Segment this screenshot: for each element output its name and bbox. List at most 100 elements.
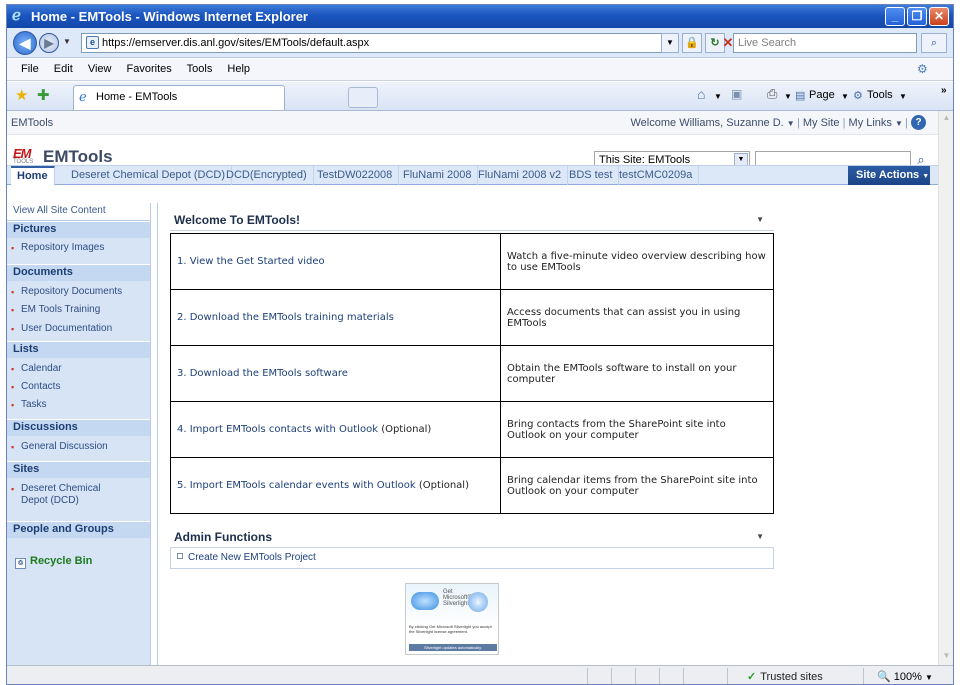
admin-webpart-menu-icon[interactable]: ▼ — [756, 527, 764, 547]
scroll-up-icon[interactable]: ▲ — [941, 113, 952, 125]
nav-deseret[interactable]: Deseret Chemical Depot (DCD) — [65, 166, 233, 185]
site-title[interactable]: EMTools — [43, 147, 113, 167]
ql-item-em-tools-training[interactable]: EM Tools Training — [7, 304, 150, 316]
download-arrow-icon: ↓ — [468, 592, 488, 612]
live-search-input[interactable]: Live Search — [733, 33, 917, 53]
ql-item-contacts[interactable]: Contacts — [7, 381, 150, 393]
chevron-more-icon[interactable]: » — [941, 85, 947, 96]
tools-dropdown[interactable]: ▼ — [899, 92, 907, 101]
menu-view[interactable]: View — [88, 63, 112, 75]
get-started-table: 1. View the Get Started video Watch a fi… — [170, 233, 774, 514]
welcome-webpart-title: Welcome To EMTools! ▼ — [170, 209, 774, 231]
address-input[interactable]: e https://emserver.dis.anl.gov/sites/EMT… — [81, 33, 679, 53]
add-favorites-icon[interactable]: ✚ — [37, 88, 53, 104]
print-dropdown[interactable]: ▼ — [784, 92, 792, 101]
ql-item-deseret-site[interactable]: Deseret Chemical Depot (DCD) — [7, 483, 117, 507]
print-icon[interactable]: ⎙ — [767, 86, 777, 102]
lock-icon[interactable]: 🔒 — [682, 33, 702, 53]
recycle-bin-icon: ♲ — [15, 558, 26, 569]
home-dropdown[interactable]: ▼ — [714, 92, 722, 101]
page-menu-icon: ▤ — [795, 90, 806, 102]
nav-testdw022008[interactable]: TestDW022008 — [311, 166, 400, 185]
addons-icon[interactable]: ⚙ — [917, 62, 928, 76]
welcome-menu[interactable]: Welcome Williams, Suzanne D. — [631, 117, 784, 129]
ie-logo-icon: ℯ — [12, 7, 21, 24]
get-silverlight-badge[interactable]: Get Microsoft® Silverlight™ ↓ By clickin… — [405, 583, 499, 655]
address-url: https://emserver.dis.anl.gov/sites/EMToo… — [102, 37, 370, 49]
ql-item-repository-images[interactable]: Repository Images — [7, 242, 150, 254]
my-links-menu[interactable]: My Links — [849, 117, 892, 129]
ql-item-user-documentation[interactable]: User Documentation — [7, 323, 150, 335]
nav-flunami-2008[interactable]: FluNami 2008 — [397, 166, 479, 185]
global-site-link[interactable]: EMTools — [11, 117, 53, 129]
global-right-links: Welcome Williams, Suzanne D. ▼ | My Site… — [630, 117, 909, 129]
tools-menu[interactable]: Tools — [867, 89, 893, 101]
welcome-dropdown-icon[interactable]: ▼ — [787, 119, 797, 128]
ql-item-general-discussion[interactable]: General Discussion — [7, 441, 150, 453]
tab-home-emtools[interactable]: ℯ Home - EMTools — [73, 85, 285, 110]
menu-edit[interactable]: Edit — [54, 63, 73, 75]
emtools-logo[interactable]: EM TOOLS — [13, 147, 37, 165]
maximize-button[interactable]: ❐ — [907, 7, 927, 26]
scroll-down-icon[interactable]: ▼ — [941, 651, 952, 663]
tools-menu-icon: ⚙ — [853, 90, 863, 102]
create-project-link[interactable]: Create New EMTools Project — [188, 552, 316, 563]
step-link-3[interactable]: 3. Download the EMTools software — [177, 368, 348, 379]
recycle-bin-link[interactable]: ♲ Recycle Bin — [15, 555, 92, 569]
table-row: 1. View the Get Started video Watch a fi… — [170, 233, 774, 290]
feeds-icon[interactable]: ▣ — [731, 87, 742, 101]
step-desc-4: Bring contacts from the SharePoint site … — [500, 401, 774, 458]
ql-header-discussions[interactable]: Discussions — [7, 419, 150, 436]
ql-item-calendar[interactable]: Calendar — [7, 363, 150, 375]
welcome-webpart: Welcome To EMTools! ▼ 1. View the Get St… — [170, 209, 774, 521]
forward-button[interactable]: ▶ — [39, 33, 59, 53]
search-icon[interactable]: ⌕ — [921, 33, 947, 53]
ql-item-tasks[interactable]: Tasks — [7, 399, 150, 411]
zoom-level[interactable]: 🔍 100% ▼ — [877, 670, 933, 683]
ql-header-sites[interactable]: Sites — [7, 461, 150, 478]
security-zone[interactable]: ✓ Trusted sites — [747, 670, 823, 683]
my-site-link[interactable]: My Site — [803, 117, 840, 129]
step-link-2[interactable]: 2. Download the EMTools training materia… — [177, 312, 394, 323]
table-row: 5. Import EMTools calendar events with O… — [170, 457, 774, 514]
nav-dcd-encrypted[interactable]: DCD(Encrypted) — [220, 166, 314, 185]
view-all-content-link[interactable]: View All Site Content — [7, 203, 150, 221]
new-tab-button[interactable] — [348, 87, 378, 108]
menu-file[interactable]: File — [21, 63, 39, 75]
step-link-4[interactable]: 4. Import EMTools contacts with Outlook — [177, 424, 378, 435]
nav-testcmc0209a[interactable]: testCMC0209a — [613, 166, 700, 185]
ql-header-people-groups[interactable]: People and Groups — [7, 521, 150, 538]
ql-item-repository-documents[interactable]: Repository Documents — [7, 286, 150, 298]
vertical-scrollbar[interactable]: ▲ ▼ — [938, 111, 953, 665]
page-icon: e — [86, 36, 99, 49]
help-icon[interactable]: ? — [911, 115, 926, 130]
nav-bds-test[interactable]: BDS test — [563, 166, 620, 185]
menu-help[interactable]: Help — [227, 63, 250, 75]
home-icon[interactable]: ⌂ — [697, 86, 705, 102]
nav-flunami-2008-v2[interactable]: FluNami 2008 v2 — [472, 166, 569, 185]
favorites-star-icon[interactable]: ★ — [15, 88, 31, 104]
stop-icon[interactable]: ✕ — [718, 33, 738, 53]
close-button[interactable]: ✕ — [929, 7, 949, 26]
recent-pages-dropdown[interactable]: ▼ — [63, 37, 71, 46]
address-dropdown[interactable]: ▼ — [661, 33, 679, 53]
ql-header-documents[interactable]: Documents — [7, 264, 150, 281]
menu-favorites[interactable]: Favorites — [127, 63, 172, 75]
nav-home[interactable]: Home — [11, 166, 55, 186]
minimize-button[interactable]: _ — [885, 7, 905, 26]
step-desc-2: Access documents that can assist you in … — [500, 289, 774, 346]
page-menu[interactable]: Page — [809, 89, 835, 101]
site-actions-button[interactable]: Site Actions ▼ — [848, 166, 930, 185]
menu-tools[interactable]: Tools — [187, 63, 213, 75]
ql-header-pictures[interactable]: Pictures — [7, 221, 150, 238]
back-button[interactable]: ◀ — [13, 31, 37, 55]
tab-bar: ★ ✚ ℯ Home - EMTools ⌂ ▼ ▣ ⎙ ▼ ▤ Page ▼ … — [7, 82, 953, 111]
step-link-5[interactable]: 5. Import EMTools calendar events with O… — [177, 480, 416, 491]
site-title-area: EM TOOLS EMTools This Site: EMTools ▼ ⌕ — [7, 135, 938, 169]
step-link-1[interactable]: 1. View the Get Started video — [177, 256, 325, 267]
page-dropdown[interactable]: ▼ — [841, 92, 849, 101]
ql-header-lists[interactable]: Lists — [7, 341, 150, 358]
my-links-dropdown-icon[interactable]: ▼ — [895, 119, 905, 128]
webpart-menu-icon[interactable]: ▼ — [756, 209, 764, 231]
quick-launch: View All Site Content Pictures Repositor… — [7, 203, 151, 665]
